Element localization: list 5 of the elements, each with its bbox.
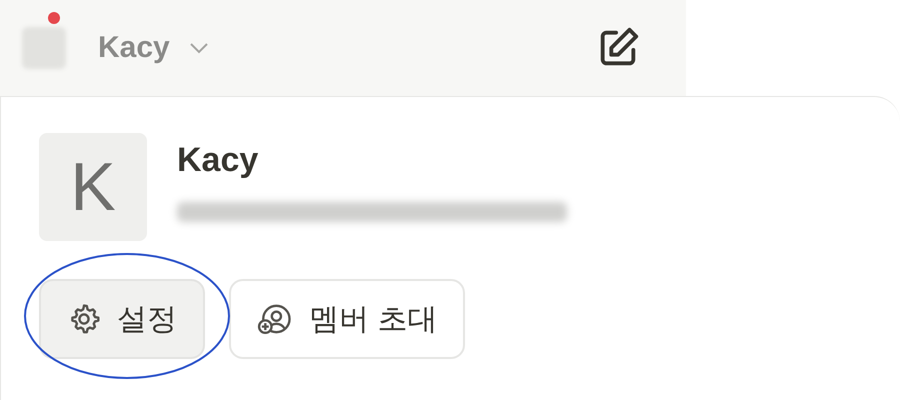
settings-button[interactable]: 설정 bbox=[39, 279, 205, 359]
profile-avatar: K bbox=[39, 133, 147, 241]
invite-members-button[interactable]: 멤버 초대 bbox=[229, 279, 466, 359]
add-member-icon bbox=[257, 302, 293, 336]
profile-name: Kacy bbox=[177, 141, 260, 180]
